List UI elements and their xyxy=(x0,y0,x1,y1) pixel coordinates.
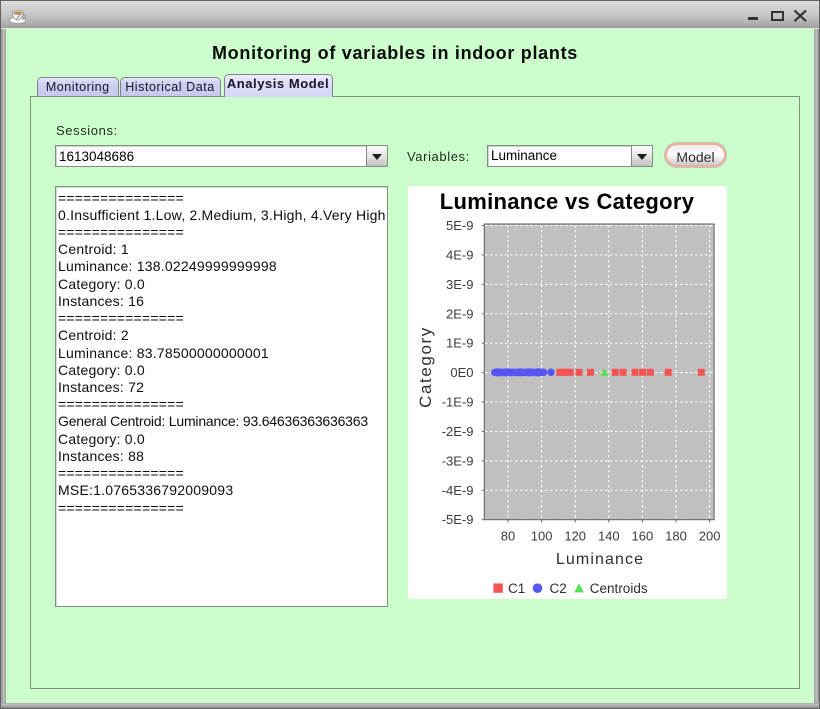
svg-text:-3E-9: -3E-9 xyxy=(442,453,474,468)
svg-text:100: 100 xyxy=(531,529,553,544)
svg-text:80: 80 xyxy=(501,529,515,544)
svg-text:140: 140 xyxy=(598,529,620,544)
svg-text:Category: Category xyxy=(416,326,435,408)
svg-text:Luminance vs Category: Luminance vs Category xyxy=(440,189,695,214)
svg-text:160: 160 xyxy=(632,529,654,544)
svg-text:4E-9: 4E-9 xyxy=(446,247,473,262)
svg-text:200: 200 xyxy=(699,529,721,544)
svg-text:-2E-9: -2E-9 xyxy=(442,424,474,439)
svg-text:Luminance: Luminance xyxy=(556,551,644,568)
svg-text:3E-9: 3E-9 xyxy=(446,277,473,292)
svg-text:2E-9: 2E-9 xyxy=(446,306,473,321)
svg-text:-4E-9: -4E-9 xyxy=(442,483,474,498)
svg-text:120: 120 xyxy=(564,529,586,544)
svg-text:-5E-9: -5E-9 xyxy=(442,512,474,527)
svg-text:C1: C1 xyxy=(508,581,525,596)
svg-text:1E-9: 1E-9 xyxy=(446,336,473,351)
svg-text:C2: C2 xyxy=(550,581,567,596)
svg-text:180: 180 xyxy=(665,529,687,544)
svg-text:Centroids: Centroids xyxy=(590,581,648,596)
svg-text:0E0: 0E0 xyxy=(450,365,473,380)
svg-text:5E-9: 5E-9 xyxy=(446,218,473,233)
svg-text:-1E-9: -1E-9 xyxy=(442,395,474,410)
